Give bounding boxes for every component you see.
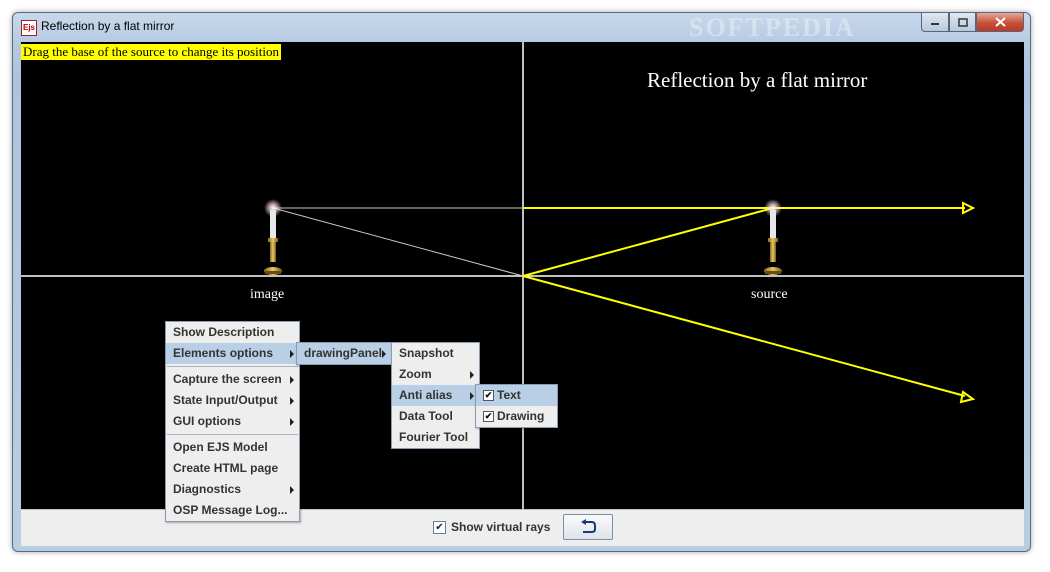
submenu-arrow-icon xyxy=(290,350,294,358)
drawing-panel-submenu: Snapshot Zoom Anti alias Data Tool Fouri… xyxy=(391,342,480,449)
menu-separator xyxy=(167,434,298,435)
submenu-arrow-icon xyxy=(470,392,474,400)
show-virtual-rays-label[interactable]: Show virtual rays xyxy=(451,520,550,534)
reflected-ray xyxy=(522,275,966,397)
menu-separator xyxy=(167,366,298,367)
arrowhead-bottom xyxy=(959,390,976,404)
source-label: source xyxy=(751,287,788,302)
menu-item-snapshot[interactable]: Snapshot xyxy=(392,343,479,364)
menu-item-capture-screen[interactable]: Capture the screen xyxy=(166,369,299,390)
checkbox-checked-icon: ✔ xyxy=(483,411,494,423)
menu-item-osp-message-log[interactable]: OSP Message Log... xyxy=(166,500,299,521)
menu-item-drawing-panel[interactable]: drawingPanel xyxy=(297,343,391,364)
menu-item-anti-alias[interactable]: Anti alias xyxy=(392,385,479,406)
submenu-arrow-icon xyxy=(470,371,474,379)
virtual-ray-diagonal xyxy=(272,207,524,277)
submenu-arrow-icon xyxy=(290,376,294,384)
submenu-arrow-icon xyxy=(290,397,294,405)
menu-item-zoom[interactable]: Zoom xyxy=(392,364,479,385)
window-title: Reflection by a flat mirror xyxy=(41,19,175,33)
image-label: image xyxy=(250,287,285,302)
minimize-button[interactable] xyxy=(921,13,949,32)
menu-item-gui-options[interactable]: GUI options xyxy=(166,411,299,432)
drag-hint: Drag the base of the source to change it… xyxy=(21,44,281,60)
anti-alias-submenu: ✔ Text ✔ Drawing xyxy=(475,384,558,428)
reset-button[interactable] xyxy=(563,514,613,540)
submenu-arrow-icon xyxy=(382,350,386,358)
close-button[interactable] xyxy=(976,13,1024,32)
undo-arrow-icon xyxy=(581,519,596,533)
maximize-icon xyxy=(957,17,968,27)
menu-item-create-html-page[interactable]: Create HTML page xyxy=(166,458,299,479)
elements-submenu: drawingPanel xyxy=(296,342,392,365)
show-virtual-rays-checkbox[interactable]: ✔ xyxy=(433,521,446,534)
menu-item-state-input-output[interactable]: State Input/Output xyxy=(166,390,299,411)
incident-ray xyxy=(522,207,774,277)
simulation-title: Reflection by a flat mirror xyxy=(647,68,868,92)
menu-item-open-ejs-model[interactable]: Open EJS Model xyxy=(166,437,299,458)
menu-item-show-description[interactable]: Show Description xyxy=(166,322,299,343)
checkbox-checked-icon: ✔ xyxy=(483,390,494,402)
context-menu: Show Description Elements options Captur… xyxy=(165,321,300,522)
submenu-arrow-icon xyxy=(290,418,294,426)
menu-item-diagnostics[interactable]: Diagnostics xyxy=(166,479,299,500)
menu-item-data-tool[interactable]: Data Tool xyxy=(392,406,479,427)
softpedia-watermark: SOFTPEDIA xyxy=(689,13,856,42)
image-candle[interactable] xyxy=(264,199,282,275)
close-icon xyxy=(994,17,1006,27)
menu-item-elements-options[interactable]: Elements options xyxy=(166,343,299,364)
title-bar[interactable]: Ejs Reflection by a flat mirror SOFTPEDI… xyxy=(13,13,1030,42)
maximize-button[interactable] xyxy=(949,13,976,32)
window-controls xyxy=(921,13,1024,33)
menu-item-fourier-tool[interactable]: Fourier Tool xyxy=(392,427,479,448)
minimize-icon xyxy=(931,23,939,25)
menu-item-drawing-antialias[interactable]: ✔ Drawing xyxy=(476,406,557,427)
ejs-app-icon[interactable]: Ejs xyxy=(21,20,37,36)
menu-item-text-antialias[interactable]: ✔ Text xyxy=(476,385,557,406)
submenu-arrow-icon xyxy=(290,486,294,494)
source-candle[interactable] xyxy=(764,199,782,275)
